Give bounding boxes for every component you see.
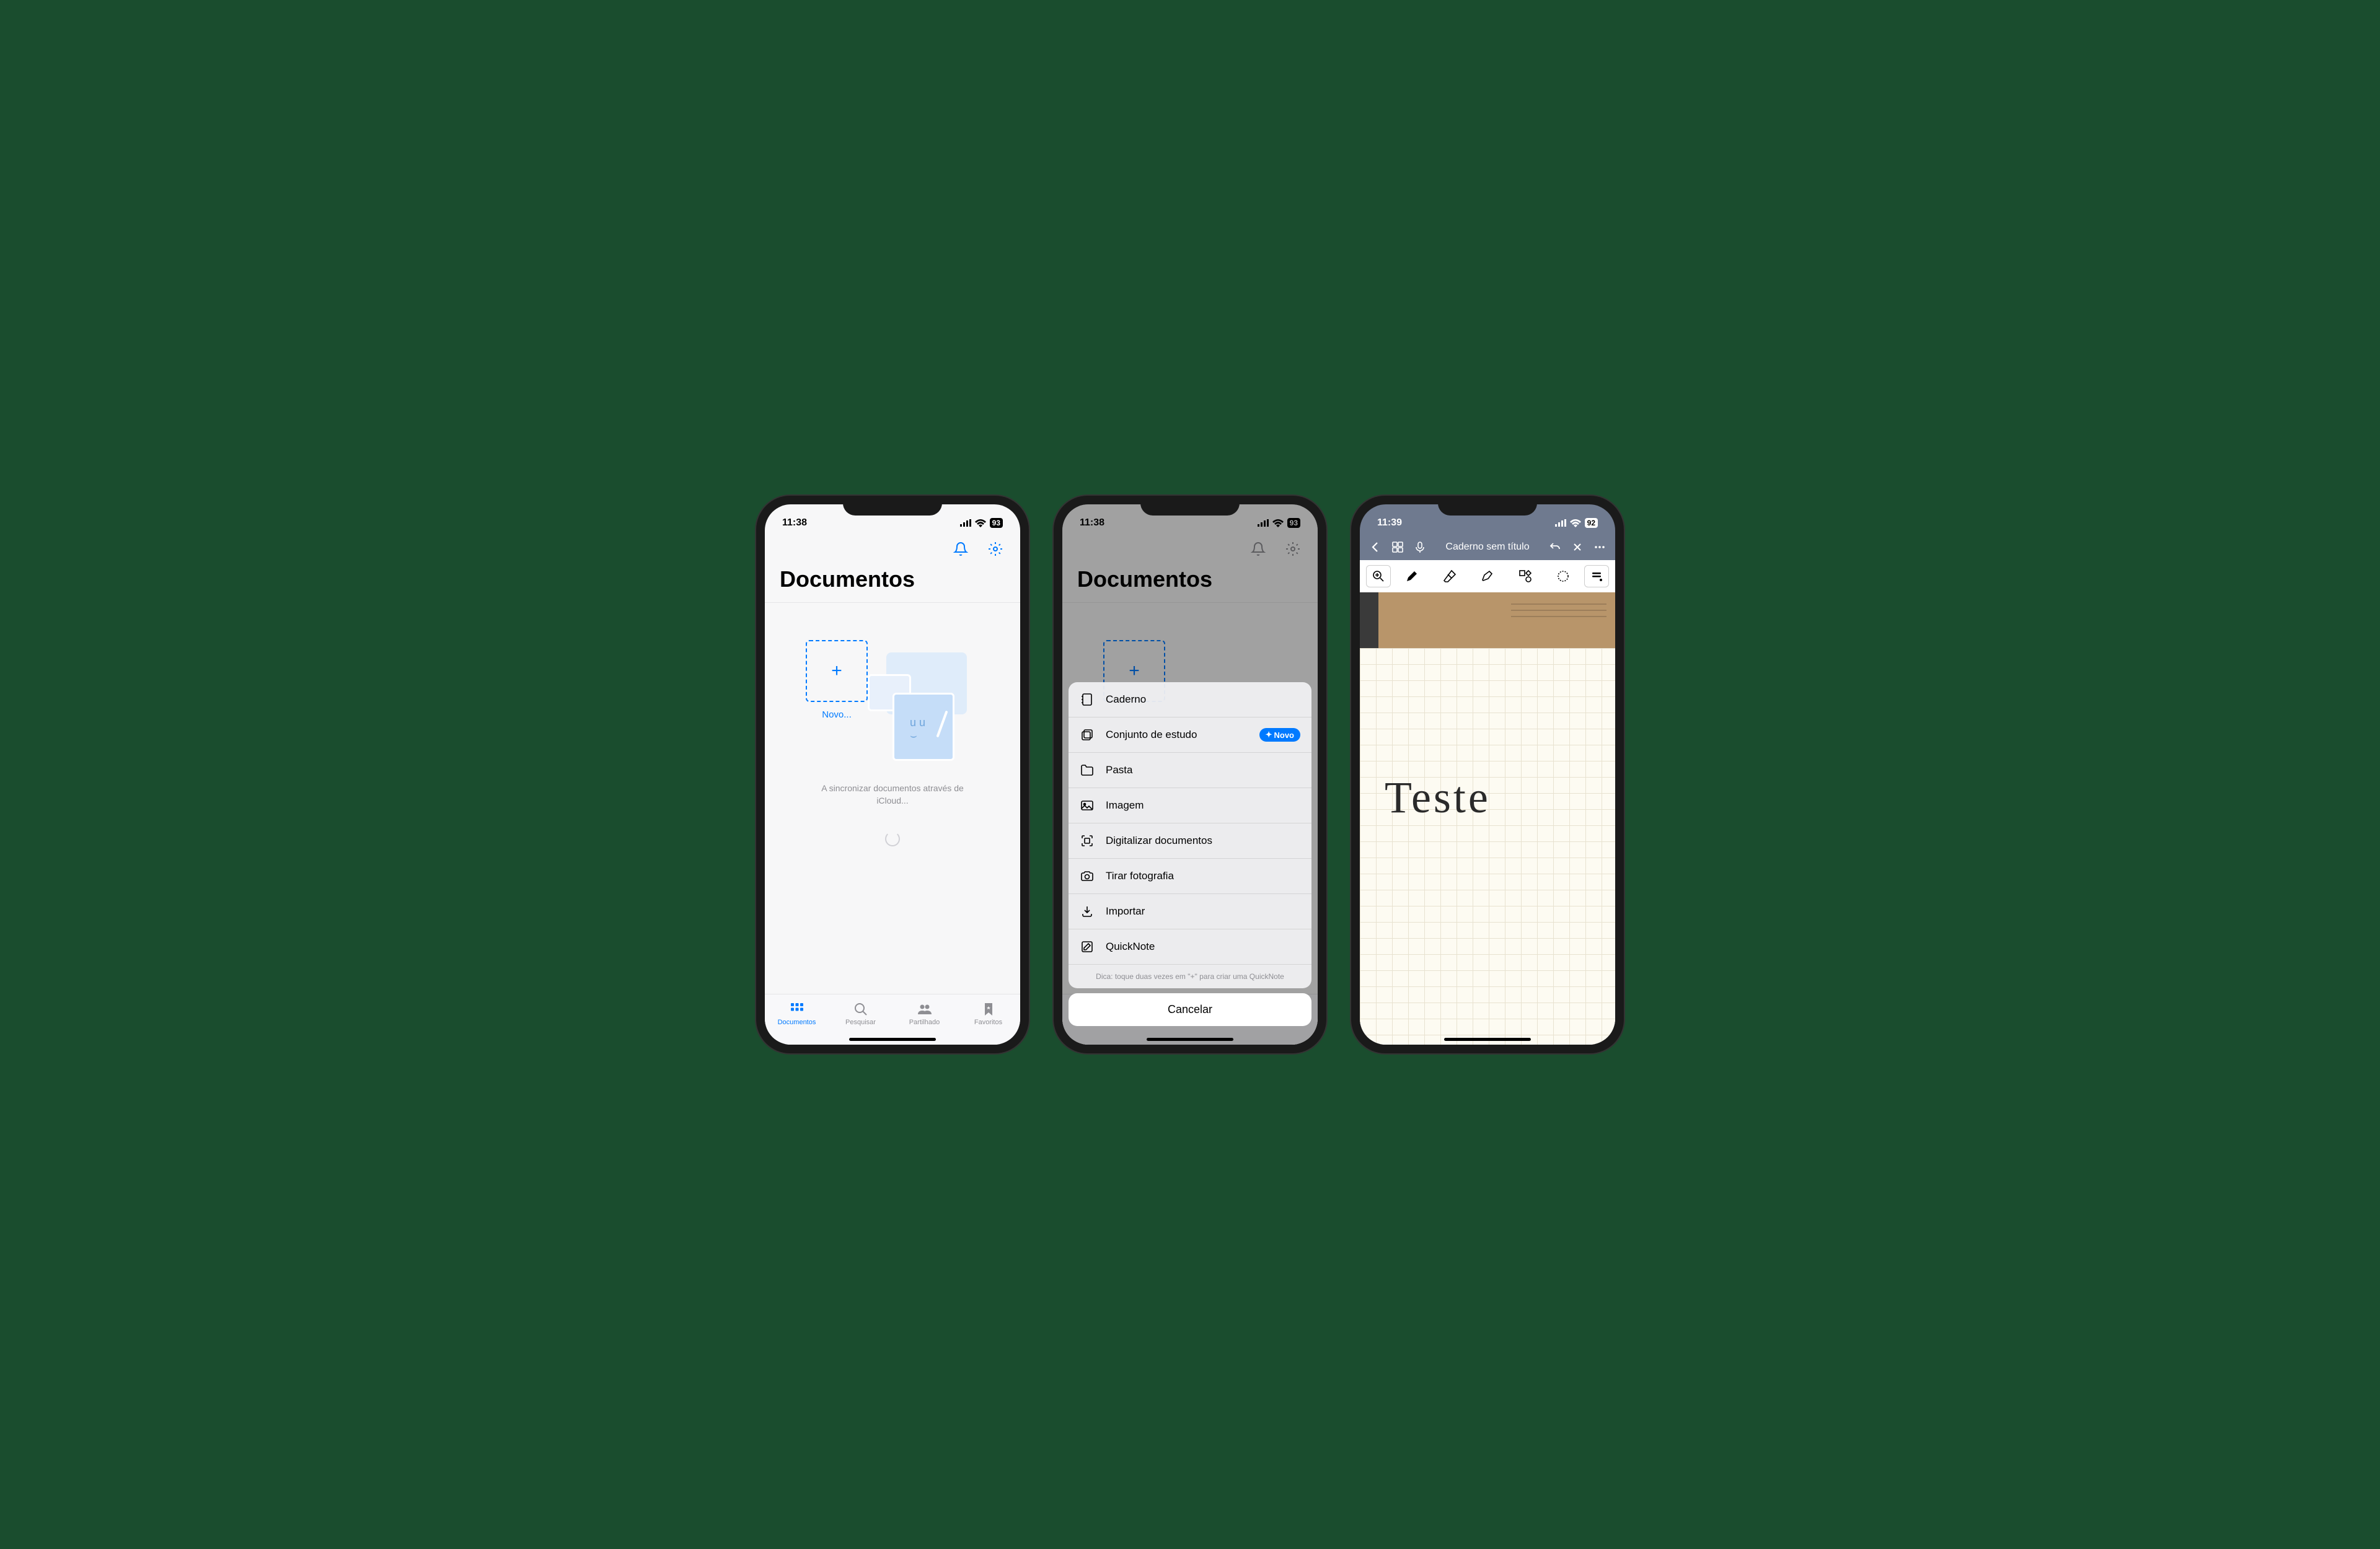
sheet-item-study-set[interactable]: Conjunto de estudo ✦ Novo xyxy=(1069,717,1311,753)
cancel-button[interactable]: Cancelar xyxy=(1069,993,1311,1026)
handwritten-text: Teste xyxy=(1385,772,1491,823)
new-button-label: Novo... xyxy=(806,709,868,720)
tab-label: Documentos xyxy=(778,1019,816,1026)
home-indicator[interactable] xyxy=(849,1038,936,1041)
sheet-item-import[interactable]: Importar xyxy=(1069,894,1311,929)
sheet-item-label: Pasta xyxy=(1106,764,1300,776)
notebook-illustration: u u⌣ xyxy=(892,693,954,761)
status-time: 11:38 xyxy=(782,517,807,529)
notch xyxy=(1438,496,1537,516)
action-sheet: Caderno Conjunto de estudo ✦ Novo Pasta … xyxy=(1062,682,1318,1045)
wifi-icon xyxy=(975,519,986,527)
sheet-item-notebook[interactable]: Caderno xyxy=(1069,682,1311,717)
tab-label: Pesquisar xyxy=(845,1019,876,1026)
canvas[interactable]: Teste xyxy=(1360,592,1615,1045)
sheet-item-quicknote[interactable]: QuickNote xyxy=(1069,929,1311,965)
more-tools[interactable] xyxy=(1584,565,1609,587)
status-time: 11:39 xyxy=(1377,517,1402,529)
back-button[interactable] xyxy=(1367,539,1383,555)
sheet-item-label: Caderno xyxy=(1106,693,1300,706)
sheet-item-label: Conjunto de estudo xyxy=(1106,729,1248,741)
tab-search[interactable]: Pesquisar xyxy=(829,994,892,1032)
lasso-tool[interactable] xyxy=(1546,565,1580,587)
people-icon xyxy=(917,1001,933,1017)
zoom-tool[interactable] xyxy=(1366,565,1391,587)
documents-body: + Novo... u u⌣ A sincronizar documentos … xyxy=(765,603,1020,994)
new-document-button[interactable]: + xyxy=(806,640,868,702)
battery-icon: 92 xyxy=(1585,518,1598,528)
folder-icon xyxy=(1080,763,1095,778)
sheet-item-camera[interactable]: Tirar fotografia xyxy=(1069,859,1311,894)
paper-page[interactable]: Teste xyxy=(1360,648,1615,1045)
notebook-title[interactable]: Caderno sem título xyxy=(1434,542,1541,553)
image-icon xyxy=(1080,798,1095,813)
tab-shared[interactable]: Partilhado xyxy=(892,994,956,1032)
import-icon xyxy=(1080,904,1095,919)
cards-icon xyxy=(1080,727,1095,742)
signal-icon xyxy=(960,519,971,527)
quicknote-icon xyxy=(1080,939,1095,954)
notebook-cover xyxy=(1360,592,1615,648)
settings-button[interactable] xyxy=(985,539,1005,559)
pen-tool[interactable] xyxy=(1395,565,1429,587)
wifi-icon xyxy=(1570,519,1581,527)
undo-button[interactable] xyxy=(1547,539,1563,555)
sync-status-text: A sincronizar documentos através de iClo… xyxy=(812,783,973,807)
editor-topbar: Caderno sem título xyxy=(1360,534,1615,560)
notch xyxy=(1140,496,1240,516)
empty-illustration: + Novo... u u⌣ xyxy=(806,640,979,764)
shapes-tool[interactable] xyxy=(1509,565,1543,587)
notebook-icon xyxy=(1080,692,1095,707)
sheet-item-label: Digitalizar documentos xyxy=(1106,835,1300,847)
tab-label: Partilhado xyxy=(909,1019,940,1026)
notch xyxy=(843,496,942,516)
sheet-tip: Dica: toque duas vezes em "+" para criar… xyxy=(1069,965,1311,988)
grid-icon xyxy=(789,1001,805,1017)
mic-button[interactable] xyxy=(1412,539,1428,555)
tab-label: Favoritos xyxy=(974,1019,1002,1026)
camera-icon xyxy=(1080,869,1095,884)
sheet-item-label: Tirar fotografia xyxy=(1106,870,1300,882)
highlighter-tool[interactable] xyxy=(1470,565,1504,587)
phone-2: 11:38 93 Documentos + Documentos Pesquis… xyxy=(1054,496,1326,1053)
layout-button[interactable] xyxy=(1390,539,1406,555)
sheet-item-folder[interactable]: Pasta xyxy=(1069,753,1311,788)
notifications-button[interactable] xyxy=(951,539,971,559)
search-icon xyxy=(853,1001,869,1017)
battery-icon: 93 xyxy=(990,518,1003,528)
sheet-item-label: Importar xyxy=(1106,905,1300,918)
more-button[interactable] xyxy=(1592,539,1608,555)
eraser-tool[interactable] xyxy=(1432,565,1466,587)
new-badge: ✦ Novo xyxy=(1259,728,1300,742)
signal-icon xyxy=(1555,519,1566,527)
tool-toolbar xyxy=(1360,560,1615,592)
sheet-item-label: Imagem xyxy=(1106,799,1300,812)
bookmark-icon xyxy=(981,1001,997,1017)
sheet-item-scan[interactable]: Digitalizar documentos xyxy=(1069,823,1311,859)
scan-icon xyxy=(1080,833,1095,848)
tab-bar: Documentos Pesquisar Partilhado Favorito… xyxy=(765,994,1020,1045)
phone-3: 11:39 92 Caderno sem título xyxy=(1351,496,1624,1053)
close-button[interactable] xyxy=(1569,539,1585,555)
phone-1: 11:38 93 Documentos + Novo. xyxy=(756,496,1029,1053)
page-title: Documentos xyxy=(765,564,1020,603)
tab-documents[interactable]: Documentos xyxy=(765,994,829,1032)
sheet-item-label: QuickNote xyxy=(1106,941,1300,953)
home-indicator[interactable] xyxy=(1444,1038,1531,1041)
tab-favorites[interactable]: Favoritos xyxy=(956,994,1020,1032)
loading-spinner-icon xyxy=(885,832,900,846)
sheet-item-image[interactable]: Imagem xyxy=(1069,788,1311,823)
